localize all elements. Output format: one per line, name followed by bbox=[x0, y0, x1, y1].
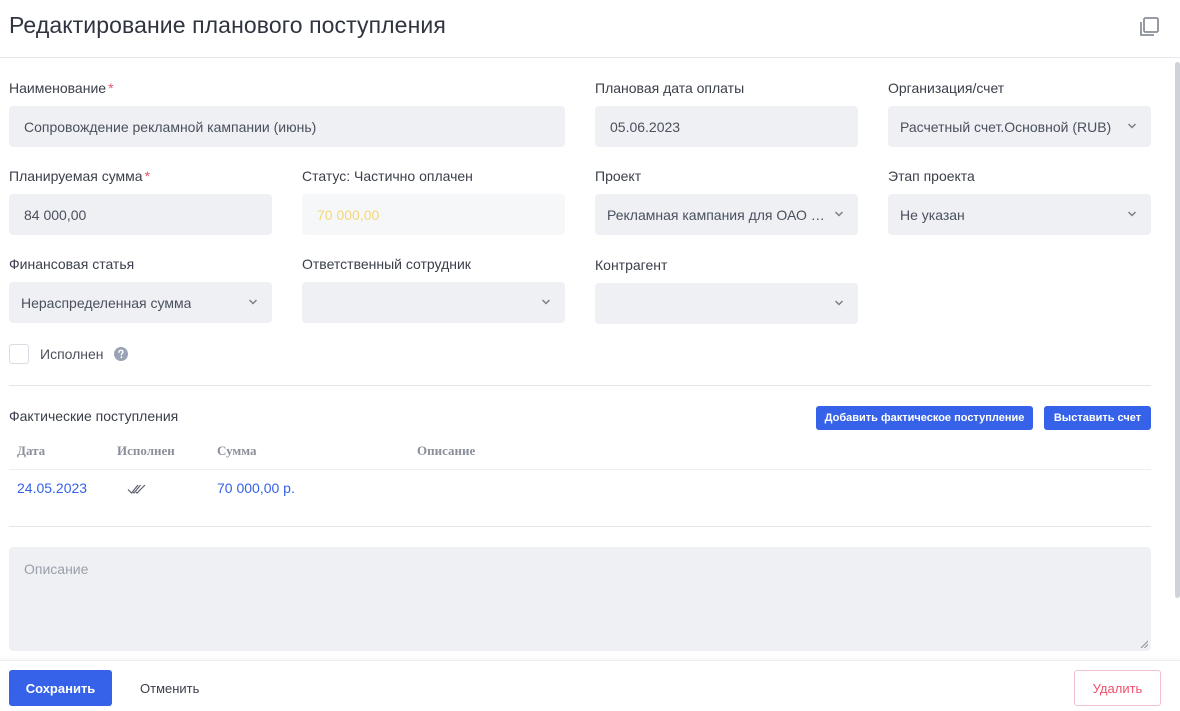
done-checkbox-label: Исполнен bbox=[40, 346, 104, 362]
status-amount-field: 70 000,00 bbox=[302, 194, 565, 235]
fin-article-select[interactable]: Нераспределенная сумма bbox=[9, 282, 272, 323]
scrollbar[interactable] bbox=[1175, 62, 1180, 598]
column-header-date[interactable]: Дата bbox=[17, 443, 45, 459]
table-header-border bbox=[9, 469, 1151, 470]
double-check-icon bbox=[127, 484, 146, 494]
responsible-select[interactable] bbox=[302, 282, 565, 323]
project-stage-select[interactable]: Не указан bbox=[888, 194, 1151, 235]
divider bbox=[9, 526, 1151, 527]
project-stage-label: Этап проекта bbox=[888, 168, 975, 184]
modal-footer: Сохранить Отменить Удалить bbox=[0, 660, 1180, 711]
required-mark: * bbox=[108, 80, 114, 96]
planned-sum-input[interactable]: 84 000,00 bbox=[9, 194, 272, 235]
done-checkbox[interactable] bbox=[9, 344, 29, 364]
name-input[interactable]: Сопровождение рекламной кампании (июнь) bbox=[9, 106, 565, 147]
org-account-label: Организация/счет bbox=[888, 80, 1005, 96]
column-header-done[interactable]: Исполнен bbox=[117, 443, 175, 459]
row-date-link[interactable]: 24.05.2023 bbox=[17, 480, 87, 496]
chevron-down-icon bbox=[834, 211, 844, 217]
column-header-description[interactable]: Описание bbox=[417, 443, 475, 459]
page-title: Редактирование планового поступления bbox=[9, 12, 446, 38]
row-sum-link[interactable]: 70 000,00 р. bbox=[217, 480, 295, 496]
actual-receipts-title: Фактические поступления bbox=[9, 408, 179, 424]
chevron-down-icon bbox=[248, 299, 258, 305]
pay-date-input[interactable]: 05.06.2023 bbox=[595, 106, 858, 147]
description-textarea[interactable]: Описание bbox=[9, 547, 1151, 651]
chevron-down-icon bbox=[1127, 123, 1137, 129]
status-label: Статус: Частично оплачен bbox=[302, 168, 473, 184]
counterparty-label: Контрагент bbox=[595, 257, 668, 273]
org-account-select[interactable]: Расчетный счет.Основной (RUB) bbox=[888, 106, 1151, 147]
cancel-button[interactable]: Отменить bbox=[132, 670, 207, 706]
save-button[interactable]: Сохранить bbox=[9, 670, 112, 706]
column-header-sum[interactable]: Сумма bbox=[217, 443, 257, 459]
resize-handle-icon[interactable] bbox=[1140, 640, 1148, 648]
chevron-down-icon bbox=[1127, 211, 1137, 217]
project-label: Проект bbox=[595, 168, 642, 184]
add-actual-receipt-button[interactable]: Добавить фактическое поступление bbox=[816, 406, 1033, 430]
description-placeholder: Описание bbox=[24, 561, 89, 577]
issue-invoice-button[interactable]: Выставить счет bbox=[1044, 406, 1151, 430]
modal-header: Редактирование планового поступления bbox=[0, 0, 1180, 58]
copy-icon[interactable] bbox=[1137, 15, 1161, 39]
divider bbox=[9, 385, 1151, 386]
pay-date-label: Плановая дата оплаты bbox=[595, 80, 745, 96]
chevron-down-icon bbox=[541, 299, 551, 305]
project-select[interactable]: Рекламная кампания для ОАО «Альфа» bbox=[595, 194, 858, 235]
chevron-down-icon bbox=[834, 300, 844, 306]
counterparty-select[interactable] bbox=[595, 283, 858, 324]
delete-button[interactable]: Удалить bbox=[1074, 670, 1161, 706]
help-icon[interactable] bbox=[114, 347, 128, 361]
required-mark: * bbox=[144, 168, 151, 184]
responsible-label: Ответственный сотрудник bbox=[302, 256, 471, 272]
planned-sum-label: Планируемая сумма * bbox=[9, 168, 151, 184]
fin-article-label: Финансовая статья bbox=[9, 256, 135, 272]
name-label: Наименование * bbox=[9, 80, 114, 96]
